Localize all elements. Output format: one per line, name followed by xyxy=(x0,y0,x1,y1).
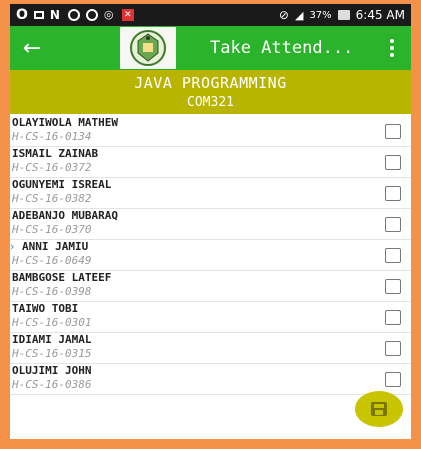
clock: 6:45 AM xyxy=(355,8,405,22)
student-name: ANNI JAMIU xyxy=(22,240,89,253)
attendance-checkbox[interactable] xyxy=(385,124,401,139)
app-frame: O N ◎ ✕ ⊘ ◢ 37% 6:45 AM ← Take Attend...… xyxy=(0,0,421,449)
attendance-checkbox[interactable] xyxy=(385,279,401,294)
attendance-checkbox[interactable] xyxy=(385,372,401,387)
course-code: COM321 xyxy=(187,95,234,110)
student-name: TAIWO TOBI xyxy=(12,302,79,315)
signal-icon: ◢ xyxy=(294,8,304,22)
student-list: OLAYIWOLA MATHEW H-CS-16-0134 ISMAIL ZAI… xyxy=(10,114,411,395)
student-row: BAMBGOSE LATEEF H-CS-16-0398 xyxy=(10,271,411,302)
student-row: IDIAMI JAMAL H-CS-16-0315 xyxy=(10,333,411,364)
whatsapp-icon-2 xyxy=(85,9,98,21)
student-matric: H-CS-16-0134 xyxy=(12,130,92,143)
screen-icon xyxy=(33,11,44,19)
student-matric: H-CS-16-0301 xyxy=(12,316,92,329)
student-matric: H-CS-16-0398 xyxy=(12,285,92,298)
attendance-checkbox[interactable] xyxy=(385,341,401,356)
student-matric: H-CS-16-0382 xyxy=(12,192,92,205)
student-matric: H-CS-16-0370 xyxy=(12,223,92,236)
student-name: IDIAMI JAMAL xyxy=(12,333,92,346)
attendance-checkbox[interactable] xyxy=(385,186,401,201)
student-matric: H-CS-16-0649 xyxy=(12,254,92,267)
student-name: ADEBANJO MUBARAQ xyxy=(12,209,118,222)
save-icon xyxy=(371,402,387,416)
battery-percent: 37% xyxy=(309,9,332,21)
student-name: OLUJIMI JOHN xyxy=(12,364,92,377)
school-logo xyxy=(120,27,176,69)
crest-icon xyxy=(130,30,166,66)
course-name: JAVA PROGRAMMING xyxy=(134,74,287,92)
chevron-right-icon: › xyxy=(10,240,15,253)
dnd-icon: ⊘ xyxy=(278,8,289,22)
student-name: BAMBGOSE LATEEF xyxy=(12,271,112,284)
student-name: OGUNYEMI ISREAL xyxy=(12,178,112,191)
battery-icon xyxy=(337,10,350,20)
student-row: OGUNYEMI ISREAL H-CS-16-0382 xyxy=(10,178,411,209)
student-row: › ANNI JAMIU H-CS-16-0649 xyxy=(10,240,411,271)
status-icons-right: ⊘ ◢ 37% 6:45 AM xyxy=(279,8,405,22)
page-title: Take Attend... xyxy=(210,38,354,58)
attendance-checkbox[interactable] xyxy=(385,217,401,232)
student-matric: H-CS-16-0315 xyxy=(12,347,92,360)
student-matric: H-CS-16-0386 xyxy=(12,378,92,391)
notification-x-icon: ✕ xyxy=(121,9,134,21)
student-row: ADEBANJO MUBARAQ H-CS-16-0370 xyxy=(10,209,411,240)
save-button[interactable] xyxy=(355,391,403,427)
opera-icon: O xyxy=(16,7,28,23)
more-vertical-icon[interactable] xyxy=(381,26,403,70)
attendance-checkbox[interactable] xyxy=(385,248,401,263)
student-matric: H-CS-16-0372 xyxy=(12,161,92,174)
status-bar: O N ◎ ✕ ⊘ ◢ 37% 6:45 AM xyxy=(10,4,411,26)
student-row: OLUJIMI JOHN H-CS-16-0386 xyxy=(10,364,411,395)
status-icons-left: O N ◎ ✕ xyxy=(16,7,134,23)
student-row: TAIWO TOBI H-CS-16-0301 xyxy=(10,302,411,333)
student-name: ISMAIL ZAINAB xyxy=(12,147,99,160)
attendance-checkbox[interactable] xyxy=(385,155,401,170)
course-header: JAVA PROGRAMMING COM321 xyxy=(10,70,411,114)
hotspot-icon: ◎ xyxy=(103,8,114,21)
student-row: OLAYIWOLA MATHEW H-CS-16-0134 xyxy=(10,116,411,147)
app-toolbar: ← Take Attend... xyxy=(10,26,411,70)
student-name: OLAYIWOLA MATHEW xyxy=(12,116,118,129)
n-icon: N xyxy=(49,8,60,22)
student-row: ISMAIL ZAINAB H-CS-16-0372 xyxy=(10,147,411,178)
arrow-left-icon: ← xyxy=(22,35,42,61)
whatsapp-icon xyxy=(67,9,80,21)
back-button[interactable]: ← xyxy=(10,26,54,70)
attendance-checkbox[interactable] xyxy=(385,310,401,325)
